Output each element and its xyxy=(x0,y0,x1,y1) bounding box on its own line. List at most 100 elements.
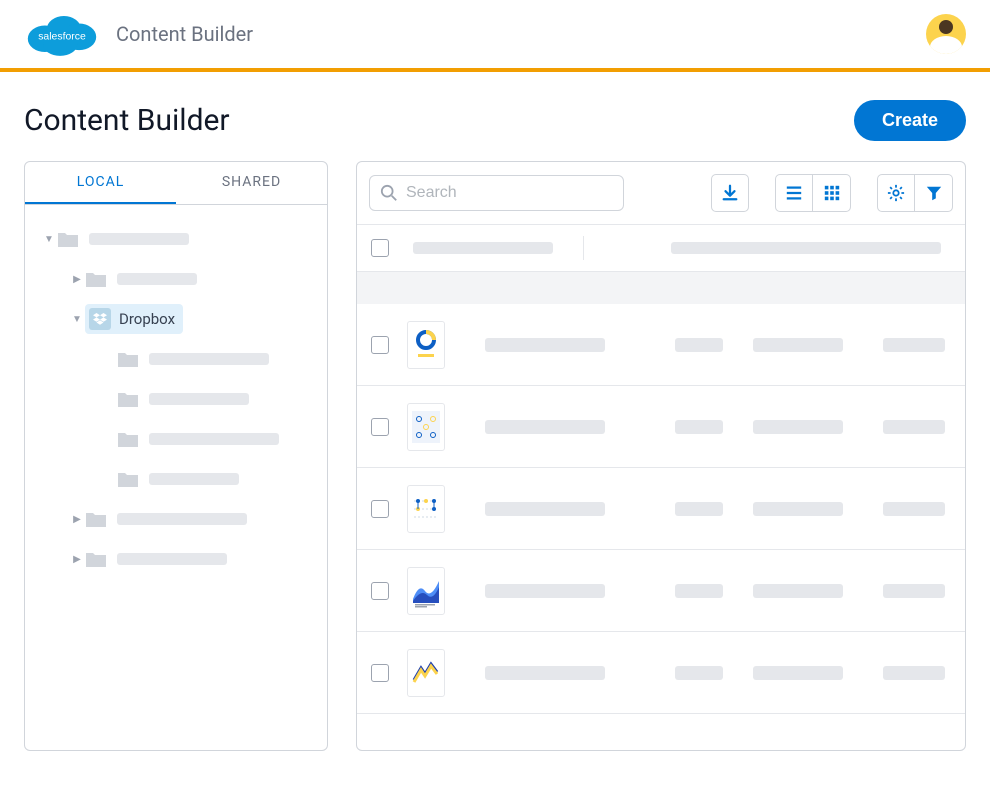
folder-icon xyxy=(57,230,79,248)
skeleton-text xyxy=(675,420,723,434)
skeleton-text xyxy=(675,584,723,598)
download-button[interactable] xyxy=(711,174,749,212)
skeleton-text xyxy=(149,473,239,485)
skeleton-text xyxy=(485,338,605,352)
caret-right-icon[interactable]: ▶ xyxy=(69,274,85,285)
folder-icon xyxy=(85,510,107,528)
app-header: salesforce Content Builder xyxy=(0,0,990,72)
table-row[interactable] xyxy=(357,632,965,714)
search-icon xyxy=(380,184,398,202)
tree-row-selected[interactable]: ▼ Dropbox xyxy=(35,303,317,335)
caret-right-icon[interactable]: ▶ xyxy=(69,514,85,525)
grid-view-button[interactable] xyxy=(813,174,851,212)
select-all-checkbox[interactable] xyxy=(371,239,389,257)
skeleton-text xyxy=(485,666,605,680)
skeleton-text xyxy=(675,502,723,516)
row-checkbox[interactable] xyxy=(371,500,389,518)
content-toolbar xyxy=(357,162,965,224)
thumbnail xyxy=(407,567,445,615)
tree-row[interactable]: ▶ xyxy=(35,503,317,535)
view-toggle xyxy=(775,174,851,212)
caret-down-icon[interactable]: ▼ xyxy=(41,234,57,245)
skeleton-text xyxy=(883,420,945,434)
tree-row[interactable]: ▶ xyxy=(35,263,317,295)
tree-row[interactable] xyxy=(35,463,317,495)
sidebar: LOCAL SHARED ▼ ▶ ▼ xyxy=(24,161,328,751)
skeleton-text xyxy=(753,338,843,352)
skeleton-text xyxy=(149,433,279,445)
dropbox-icon xyxy=(89,308,111,330)
thumbnail xyxy=(407,321,445,369)
folder-tree: ▼ ▶ ▼ xyxy=(25,205,327,593)
svg-text:salesforce: salesforce xyxy=(38,32,86,43)
tree-row[interactable] xyxy=(35,383,317,415)
folder-icon xyxy=(85,270,107,288)
tab-local[interactable]: LOCAL xyxy=(25,162,176,204)
skeleton-text xyxy=(149,393,249,405)
caret-down-icon[interactable]: ▼ xyxy=(69,314,85,325)
table-row[interactable] xyxy=(357,468,965,550)
skeleton-text xyxy=(675,338,723,352)
tree-row[interactable] xyxy=(35,343,317,375)
thumbnail xyxy=(407,485,445,533)
folder-icon xyxy=(117,470,139,488)
skeleton-text xyxy=(413,242,553,254)
thumbnail xyxy=(407,403,445,451)
skeleton-text xyxy=(117,513,247,525)
page-title: Content Builder xyxy=(24,103,230,138)
skeleton-text xyxy=(485,502,605,516)
salesforce-logo: salesforce xyxy=(24,8,100,60)
create-button[interactable]: Create xyxy=(854,100,966,141)
skeleton-text xyxy=(753,502,843,516)
folder-icon xyxy=(117,430,139,448)
skeleton-text xyxy=(883,584,945,598)
folder-label: Dropbox xyxy=(119,310,175,328)
tab-shared[interactable]: SHARED xyxy=(176,162,327,204)
skeleton-text xyxy=(89,233,189,245)
grid-view-icon xyxy=(823,184,841,202)
tree-row[interactable] xyxy=(35,423,317,455)
tree-row[interactable]: ▶ xyxy=(35,543,317,575)
table-row[interactable] xyxy=(357,304,965,386)
settings-filter-group xyxy=(877,174,953,212)
filter-icon xyxy=(925,184,943,202)
avatar[interactable] xyxy=(926,14,966,54)
table-header xyxy=(357,224,965,272)
list-view-button[interactable] xyxy=(775,174,813,212)
settings-button[interactable] xyxy=(877,174,915,212)
app-name: Content Builder xyxy=(116,22,253,46)
row-checkbox[interactable] xyxy=(371,582,389,600)
skeleton-text xyxy=(883,502,945,516)
skeleton-text xyxy=(883,338,945,352)
skeleton-text xyxy=(485,420,605,434)
filter-button[interactable] xyxy=(915,174,953,212)
table-band xyxy=(357,272,965,304)
thumbnail xyxy=(407,649,445,697)
skeleton-text xyxy=(753,584,843,598)
skeleton-text xyxy=(485,584,605,598)
download-icon xyxy=(721,184,739,202)
sidebar-tabs: LOCAL SHARED xyxy=(25,162,327,205)
gear-icon xyxy=(887,184,905,202)
table-row[interactable] xyxy=(357,550,965,632)
skeleton-text xyxy=(675,666,723,680)
search-input[interactable] xyxy=(406,184,613,202)
page-title-row: Content Builder Create xyxy=(0,72,990,161)
skeleton-text xyxy=(117,553,227,565)
skeleton-text xyxy=(671,242,941,254)
tree-row[interactable]: ▼ xyxy=(35,223,317,255)
folder-icon xyxy=(117,390,139,408)
folder-icon xyxy=(85,550,107,568)
search-box[interactable] xyxy=(369,175,624,211)
row-checkbox[interactable] xyxy=(371,664,389,682)
table-row[interactable] xyxy=(357,386,965,468)
list-view-icon xyxy=(785,184,803,202)
content-panel xyxy=(356,161,966,751)
skeleton-text xyxy=(149,353,269,365)
row-checkbox[interactable] xyxy=(371,418,389,436)
skeleton-text xyxy=(117,273,197,285)
caret-right-icon[interactable]: ▶ xyxy=(69,554,85,565)
folder-icon xyxy=(117,350,139,368)
row-checkbox[interactable] xyxy=(371,336,389,354)
skeleton-text xyxy=(753,666,843,680)
